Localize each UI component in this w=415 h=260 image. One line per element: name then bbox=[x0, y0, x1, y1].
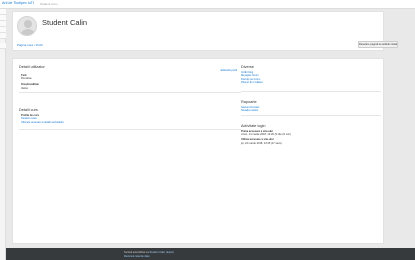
data-retention-link[interactable]: Rezumat retentie date bbox=[124, 255, 150, 258]
avatar bbox=[17, 16, 37, 36]
login-activity-section: Activitate login Prima accesare a site-u… bbox=[241, 124, 381, 148]
logged-in-prefix: Sunteți autentificat ca bbox=[124, 251, 149, 254]
nav-drawer bbox=[0, 9, 6, 260]
profile-header: Student Calin Pagina mea › Profil Reseta… bbox=[12, 11, 398, 51]
reset-page-button[interactable]: Resetare pagină la setările inițiale bbox=[358, 41, 398, 48]
profile-content: Detalii utilizator Editează profil Țară … bbox=[12, 58, 384, 244]
edit-profile-link[interactable]: Editează profil bbox=[221, 69, 237, 72]
avatar-head bbox=[24, 20, 32, 28]
course-details-title: Detalii curs bbox=[19, 108, 38, 112]
first-access-value: vineri, 14 martie 2018, 14:26 (9 zile 21… bbox=[241, 132, 291, 136]
last-access-value: joi, 24 martie 2018, 13:45 (17 secs) bbox=[241, 141, 282, 145]
course-activity-link[interactable]: Ultimele accesari si detalii activitatil… bbox=[21, 121, 64, 125]
top-navbar: Arti de Tiudipev IuTI Student curs › bbox=[0, 0, 415, 9]
city-value: Vaslui bbox=[21, 86, 28, 90]
misc-section: Diverse Intrări blog Mesajele forum Disc… bbox=[241, 65, 381, 92]
user-details-section: Detalii utilizator Editează profil Țară … bbox=[19, 65, 241, 93]
logged-in-info: Sunteți autentificat ca Student Calin (I… bbox=[124, 251, 174, 254]
learning-plans-link[interactable]: Planuri de învățare bbox=[241, 81, 263, 85]
page-title: Student Calin bbox=[42, 18, 88, 27]
country-value: România bbox=[21, 77, 32, 81]
grades-overview-link[interactable]: Situația notelor bbox=[241, 109, 259, 113]
breadcrumb[interactable]: Pagina mea › Profil bbox=[17, 43, 43, 47]
reports-title: Rapoarte bbox=[241, 100, 257, 104]
login-activity-title: Activitate login bbox=[241, 124, 266, 128]
misc-title: Diverse bbox=[241, 65, 254, 69]
avatar-body bbox=[20, 29, 36, 35]
logged-in-user-link[interactable]: Student Calin (Ieșire) bbox=[150, 251, 174, 254]
user-details-title: Detalii utilizator bbox=[19, 65, 45, 69]
course-menu[interactable]: Student curs › bbox=[40, 2, 59, 6]
site-name-link[interactable]: Arti de Tiudipev IuTI bbox=[2, 1, 34, 5]
page-footer: Sunteți autentificat ca Student Calin (I… bbox=[6, 248, 415, 260]
drawer-item[interactable] bbox=[0, 43, 6, 49]
reports-section: Rapoarte Sesiuni browser Situația notelo… bbox=[241, 100, 381, 116]
course-details-section: Detalii curs Profile de curs Student ret… bbox=[19, 108, 241, 130]
drawer-item[interactable] bbox=[0, 33, 6, 39]
